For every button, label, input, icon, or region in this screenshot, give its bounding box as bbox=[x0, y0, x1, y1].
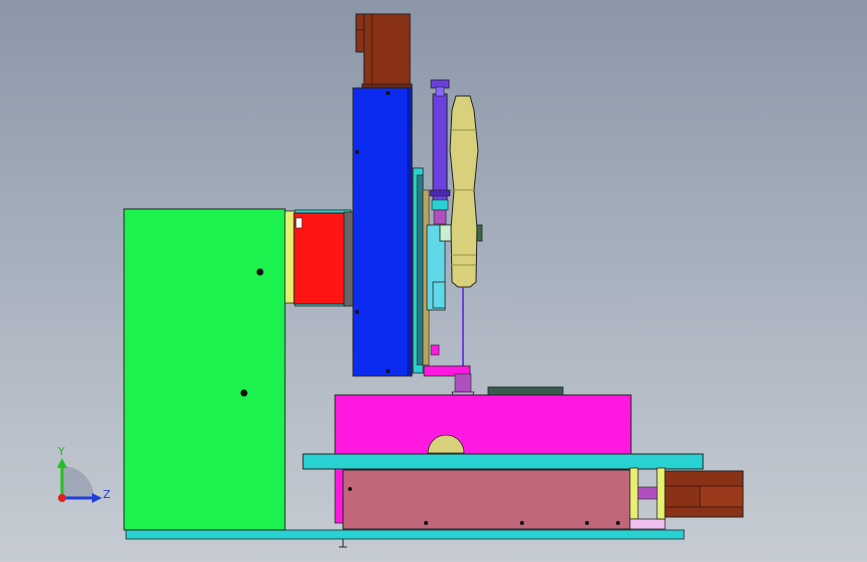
frame-plate bbox=[123, 208, 286, 531]
z-axis-label: Z bbox=[103, 488, 111, 501]
lower-base bbox=[342, 469, 631, 530]
machine-assembly-drawing: Y Z bbox=[57, 13, 744, 548]
air-cylinder bbox=[432, 93, 448, 203]
origin-icon bbox=[58, 494, 66, 502]
cad-viewport[interactable]: Y Z bbox=[0, 0, 867, 562]
base-plate bbox=[125, 529, 685, 540]
work-table bbox=[334, 394, 632, 459]
cross-rail bbox=[302, 453, 704, 470]
frame-hole bbox=[256, 268, 264, 276]
blue-column bbox=[352, 87, 413, 377]
y-axis-label: Y bbox=[57, 445, 65, 458]
ultrasonic-horn bbox=[449, 95, 479, 288]
axis-triad: Y Z bbox=[57, 445, 111, 503]
triad-quadrant bbox=[62, 466, 94, 498]
frame-hole bbox=[240, 389, 248, 397]
